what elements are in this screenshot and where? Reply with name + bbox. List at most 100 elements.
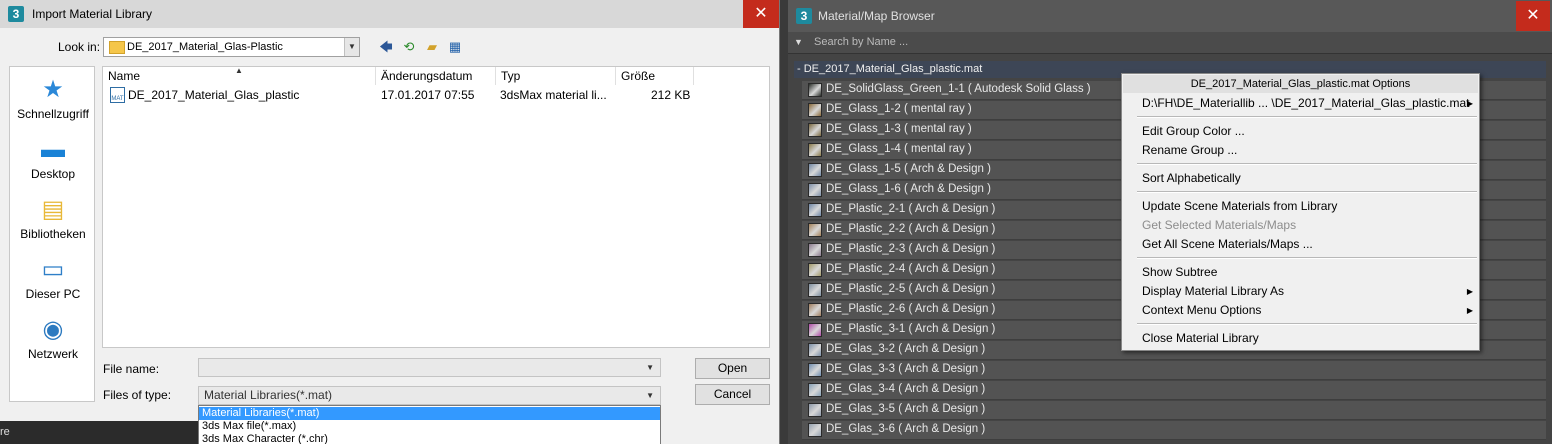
- browser-titlebar: 3 Material/Map Browser ✕: [788, 0, 1552, 32]
- material-name: DE_Glas_3-2 ( Arch & Design ): [826, 343, 986, 355]
- material-name: DE_Plastic_2-5 ( Arch & Design ): [826, 283, 996, 295]
- menu-item-path[interactable]: D:\FH\DE_Materiallib ... \DE_2017_Materi…: [1142, 96, 1469, 110]
- open-button[interactable]: Open: [695, 358, 770, 379]
- file-name-label: File name:: [103, 362, 160, 376]
- menu-item-update-scene[interactable]: Update Scene Materials from Library: [1142, 199, 1337, 213]
- material-map-browser: 3 Material/Map Browser ✕ ▼ Search by Nam…: [788, 0, 1552, 444]
- back-arrow-icon[interactable]: 🡄: [377, 38, 395, 56]
- libraries-icon: ▤: [41, 196, 65, 223]
- column-header-size[interactable]: Größe: [616, 67, 694, 85]
- places-bar: ★ Schnellzugriff ▬ Desktop ▤ Bibliotheke…: [9, 66, 95, 402]
- submenu-arrow-icon: ▶: [1466, 99, 1473, 108]
- place-desktop[interactable]: ▬ Desktop: [10, 136, 96, 182]
- file-size-cell: 212 KB: [651, 88, 691, 102]
- material-name: DE_Glass_1-6 ( Arch & Design ): [826, 183, 991, 195]
- material-name: DE_Glass_1-2 ( mental ray ): [826, 103, 972, 115]
- file-list[interactable]: Name ▲ Änderungsdatum Typ Größe MAT DE_2…: [102, 66, 770, 348]
- search-input[interactable]: Search by Name ...: [814, 36, 908, 48]
- menu-item-close-library[interactable]: Close Material Library: [1142, 331, 1259, 345]
- files-of-type-select[interactable]: Material Libraries(*.mat) ▼: [198, 386, 661, 405]
- place-label: Bibliotheken: [20, 227, 86, 241]
- dialog-title: Import Material Library: [32, 7, 153, 21]
- material-swatch-icon: [808, 243, 822, 257]
- material-swatch-icon: [808, 343, 822, 357]
- material-swatch-icon: [808, 203, 822, 217]
- cancel-button[interactable]: Cancel: [695, 384, 770, 405]
- search-bar[interactable]: ▼ Search by Name ...: [788, 32, 1552, 54]
- star-icon: ★: [42, 76, 64, 103]
- material-name: DE_Glass_1-5 ( Arch & Design ): [826, 163, 991, 175]
- material-swatch-icon: [808, 403, 822, 417]
- files-of-type-value: Material Libraries(*.mat): [204, 388, 333, 402]
- material-swatch-icon: [808, 223, 822, 237]
- menu-separator: [1137, 191, 1477, 193]
- menu-item-get-all[interactable]: Get All Scene Materials/Maps ...: [1142, 237, 1313, 251]
- close-button[interactable]: ✕: [1516, 1, 1550, 31]
- menu-item-edit-group-color[interactable]: Edit Group Color ...: [1142, 124, 1245, 138]
- material-swatch-icon: [808, 103, 822, 117]
- desktop-icon: ▬: [41, 136, 65, 163]
- close-button[interactable]: ✕: [743, 0, 779, 28]
- material-swatch-icon: [808, 363, 822, 377]
- menu-separator: [1137, 323, 1477, 325]
- chevron-down-icon[interactable]: ▼: [646, 387, 654, 404]
- new-folder-icon[interactable]: ▰: [423, 38, 441, 56]
- column-header-type[interactable]: Typ: [496, 67, 616, 85]
- material-swatch-icon: [808, 263, 822, 277]
- context-menu-header: DE_2017_Material_Glas_plastic.mat Option…: [1123, 75, 1478, 93]
- material-name: DE_Glass_1-4 ( mental ray ): [826, 143, 972, 155]
- options-triangle-icon[interactable]: ▼: [794, 37, 803, 47]
- import-material-library-dialog: 3 Import Material Library ✕ Look in: DE_…: [0, 0, 780, 444]
- material-row[interactable]: DE_Glas_3-3 ( Arch & Design ): [802, 361, 1546, 380]
- look-in-value: DE_2017_Material_Glas-Plastic: [127, 41, 283, 53]
- place-label: Schnellzugriff: [17, 107, 89, 121]
- column-header-date[interactable]: Änderungsdatum: [376, 67, 496, 85]
- menu-item-show-subtree[interactable]: Show Subtree: [1142, 265, 1217, 279]
- material-swatch-icon: [808, 383, 822, 397]
- menu-item-sort-alphabetically[interactable]: Sort Alphabetically: [1142, 171, 1241, 185]
- menu-item-rename-group[interactable]: Rename Group ...: [1142, 143, 1237, 157]
- context-menu: DE_2017_Material_Glas_plastic.mat Option…: [1121, 73, 1480, 351]
- material-swatch-icon: [808, 163, 822, 177]
- look-in-combo[interactable]: DE_2017_Material_Glas-Plastic ▼: [103, 37, 360, 57]
- material-row[interactable]: DE_Glas_3-5 ( Arch & Design ): [802, 401, 1546, 420]
- material-swatch-icon: [808, 83, 822, 97]
- material-swatch-icon: [808, 323, 822, 337]
- menu-item-get-selected: Get Selected Materials/Maps: [1142, 218, 1297, 232]
- material-name: DE_Plastic_2-2 ( Arch & Design ): [826, 223, 996, 235]
- material-name: DE_Plastic_2-4 ( Arch & Design ): [826, 263, 996, 275]
- material-swatch-icon: [808, 283, 822, 297]
- menu-separator: [1137, 163, 1477, 165]
- dialog-titlebar: 3 Import Material Library ✕: [0, 0, 779, 28]
- material-name: DE_Glass_1-3 ( mental ray ): [826, 123, 972, 135]
- place-netzwerk[interactable]: ◉ Netzwerk: [10, 317, 96, 362]
- chevron-down-icon[interactable]: ▼: [344, 38, 359, 56]
- dropdown-option[interactable]: 3ds Max Character (*.chr): [199, 433, 660, 444]
- app-icon: 3: [8, 6, 24, 22]
- submenu-arrow-icon: ▶: [1466, 287, 1473, 296]
- material-row[interactable]: DE_Glas_3-6 ( Arch & Design ): [802, 421, 1546, 440]
- material-swatch-icon: [808, 143, 822, 157]
- place-bibliotheken[interactable]: ▤ Bibliotheken: [10, 196, 96, 242]
- chevron-down-icon[interactable]: ▼: [646, 359, 654, 376]
- up-folder-icon[interactable]: ⟲: [400, 38, 418, 56]
- material-row[interactable]: DE_Glas_3-4 ( Arch & Design ): [802, 381, 1546, 400]
- place-label: Dieser PC: [25, 287, 81, 301]
- menu-item-context-options[interactable]: Context Menu Options: [1142, 303, 1261, 317]
- browser-title: Material/Map Browser: [818, 9, 935, 23]
- file-name-cell[interactable]: DE_2017_Material_Glas_plastic: [128, 87, 299, 103]
- place-dieser-pc[interactable]: ▭ Dieser PC: [10, 257, 96, 302]
- view-menu-icon[interactable]: ▦: [446, 38, 464, 56]
- material-name: DE_SolidGlass_Green_1-1 ( Autodesk Solid…: [826, 83, 1091, 95]
- mat-file-icon: MAT: [110, 87, 125, 103]
- app-icon: 3: [796, 8, 812, 24]
- place-schnellzugriff[interactable]: ★ Schnellzugriff: [10, 76, 96, 122]
- material-name: DE_Glas_3-3 ( Arch & Design ): [826, 363, 986, 375]
- dropdown-option[interactable]: 3ds Max file(*.max): [199, 420, 660, 433]
- place-label: Desktop: [30, 167, 76, 181]
- file-date-cell: 17.01.2017 07:55: [381, 88, 475, 102]
- dropdown-option[interactable]: Material Libraries(*.mat): [199, 407, 660, 420]
- sort-up-icon: ▲: [235, 66, 243, 75]
- menu-item-display-as[interactable]: Display Material Library As: [1142, 284, 1284, 298]
- file-name-field[interactable]: ▼: [198, 358, 661, 377]
